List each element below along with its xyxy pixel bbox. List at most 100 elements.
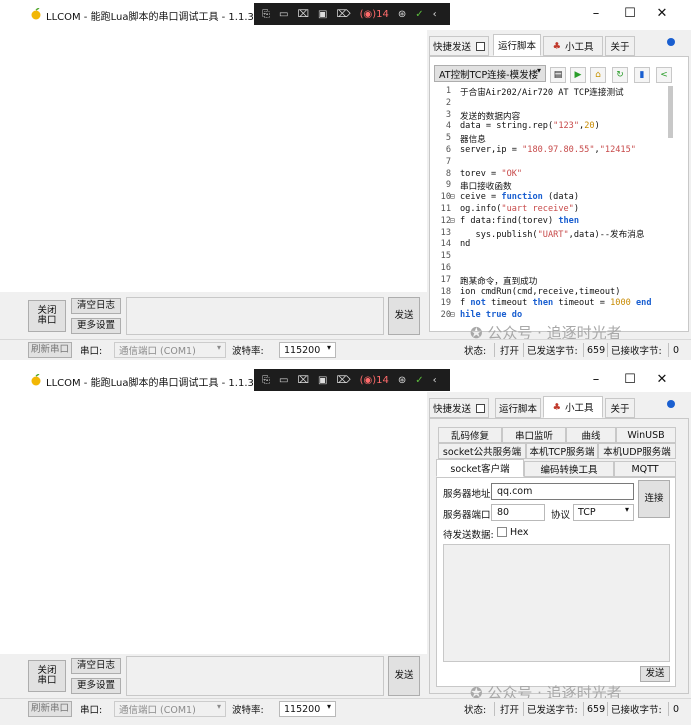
share-icon[interactable]: < [656,67,672,83]
server-addr-label: 服务器地址 [443,489,491,500]
line-number: 15 [440,251,451,262]
subtab-encoding[interactable]: 编码转换工具 [524,461,614,477]
tab-about[interactable]: 关于 [605,398,635,418]
server-port-input[interactable]: 80 [491,504,545,521]
taskbar-item-2[interactable]: ▭ [279,9,288,20]
send-button[interactable]: 发送 [388,656,420,696]
send-input[interactable] [126,656,384,696]
editor-scrollbar[interactable] [668,86,673,138]
close-port-button[interactable]: 关闭 串口 [28,300,66,332]
code-line: server,ip = "180.97.80.55","12415" [460,145,636,155]
pending-data-input[interactable] [443,544,670,662]
connect-button[interactable]: 连接 [638,480,670,518]
taskbar-item-1[interactable]: ⎘ [262,375,270,386]
send-button[interactable]: 发送 [388,297,420,335]
taskbar-item-4[interactable]: ▣ [318,375,327,386]
log-area[interactable] [0,30,427,292]
save-script-icon[interactable]: ▤ [550,67,566,83]
subtab-port-monitor[interactable]: 串口监听 [502,427,566,443]
taskbar-item-4[interactable]: ▣ [318,9,327,20]
line-number: 8 [445,168,451,179]
taskbar-item-9[interactable]: ‹ [433,9,437,20]
tab-tools[interactable]: ♣ 小工具 [543,36,603,56]
close-port-button[interactable]: 关闭 串口 [28,660,66,692]
refresh-port-button[interactable]: 刷新串口 [28,342,72,358]
taskbar-item-2[interactable]: ▭ [279,375,288,386]
code-line: f not timeout then timeout = 1000 end [460,298,652,309]
log-area[interactable] [0,396,427,654]
clear-log-button[interactable]: 清空日志 [71,658,121,674]
minimize-button[interactable]: – [586,372,606,387]
subtab-local-tcp-server[interactable]: 本机TCP服务端 [526,443,598,459]
taskbar-item-9[interactable]: ‹ [433,375,437,386]
close-port-label: 关闭 串口 [37,304,57,326]
tools-send-label: 发送 [645,667,665,679]
taskbar-item-5[interactable]: ⌦ [336,9,350,20]
taskbar-item-5[interactable]: ⌦ [336,375,350,386]
subtab-curve[interactable]: 曲线 [566,427,616,443]
tab-run-script[interactable]: 运行脚本 [493,34,541,56]
book-icon[interactable]: ▮ [634,67,650,83]
recv-label: 已接收字节: [611,705,662,716]
tab-quick-send[interactable]: 快捷发送 [429,398,489,418]
hex-label: Hex [510,527,529,538]
taskbar-item-8[interactable]: ✓ [415,375,423,386]
baud-select[interactable]: 115200 ▾ [279,342,336,358]
maximize-button[interactable]: ☐ [620,6,640,21]
subtab-socket-client[interactable]: socket客户端 [436,459,524,477]
protocol-select[interactable]: TCP ▾ [573,504,634,521]
tab-tools[interactable]: ♣ 小工具 [543,396,603,418]
taskbar-item-8[interactable]: ✓ [415,9,423,20]
taskbar-item-1[interactable]: ⎘ [262,9,270,20]
taskbar-item-6[interactable]: (◉)14 [360,375,389,386]
fold-icon[interactable]: ⊟ [450,310,455,319]
tools-send-button[interactable]: 发送 [640,666,670,682]
port-label: 串口: [80,705,103,716]
quick-send-checkbox[interactable] [476,403,485,413]
subtab-label: 本机UDP服务端 [603,447,671,458]
maximize-button[interactable]: ☐ [620,372,640,387]
port-select[interactable]: 通信端口 (COM1) ▾ [114,342,226,358]
run-script-icon[interactable]: ▶ [570,67,586,83]
taskbar-item-3[interactable]: ⌧ [297,375,309,386]
send-input[interactable] [126,297,384,335]
refresh-icon[interactable]: ↻ [612,67,628,83]
open-folder-icon[interactable]: ⌂ [590,67,606,83]
more-settings-button[interactable]: 更多设置 [71,678,121,694]
tab-quick-send[interactable]: 快捷发送 [429,36,489,56]
minimize-button[interactable]: – [586,6,606,21]
subtab-label: WinUSB [627,429,665,441]
quick-send-checkbox[interactable] [476,41,485,51]
line-number: 4 [445,121,451,132]
baud-select[interactable]: 115200 ▾ [279,701,336,717]
close-button[interactable]: ✕ [652,372,672,387]
baud-label: 波特率: [232,705,264,716]
fold-icon[interactable]: ⊟ [450,216,455,225]
fold-icon[interactable]: ⊟ [450,192,455,201]
subtab-mqtt[interactable]: MQTT [614,461,676,477]
taskbar-item-6[interactable]: (◉)14 [360,9,389,20]
tab-tools-label: 小工具 [565,403,594,414]
more-settings-button[interactable]: 更多设置 [71,318,121,334]
help-icon[interactable] [667,400,675,408]
subtab-local-udp-server[interactable]: 本机UDP服务端 [598,443,676,459]
sent-value: 659 [587,703,606,715]
subtab-socket-public-server[interactable]: socket公共服务端 [438,443,526,459]
tab-about[interactable]: 关于 [605,36,635,56]
help-icon[interactable] [667,38,675,46]
taskbar-item-7[interactable]: ⊛ [398,9,406,20]
refresh-port-button[interactable]: 刷新串口 [28,701,72,717]
script-select[interactable]: AT控制TCP连接-模发楼 ▾ [434,65,546,82]
subtab-garble-fix[interactable]: 乱码修复 [438,427,502,443]
port-select[interactable]: 通信端口 (COM1) ▾ [114,701,226,717]
subtab-winusb[interactable]: WinUSB [616,427,676,443]
taskbar-item-7[interactable]: ⊛ [398,375,406,386]
server-addr-input[interactable]: qq.com [491,483,634,500]
divider [523,343,524,357]
clear-log-button[interactable]: 清空日志 [71,298,121,314]
hex-checkbox[interactable] [497,527,507,537]
taskbar-item-3[interactable]: ⌧ [297,9,309,20]
tab-run-script[interactable]: 运行脚本 [495,398,541,418]
code-editor[interactable]: 1 于合宙Air202/Air720 AT TCP连接测试 2 3 发送的数据内容 4 da… [433,84,669,322]
close-button[interactable]: ✕ [652,6,672,21]
